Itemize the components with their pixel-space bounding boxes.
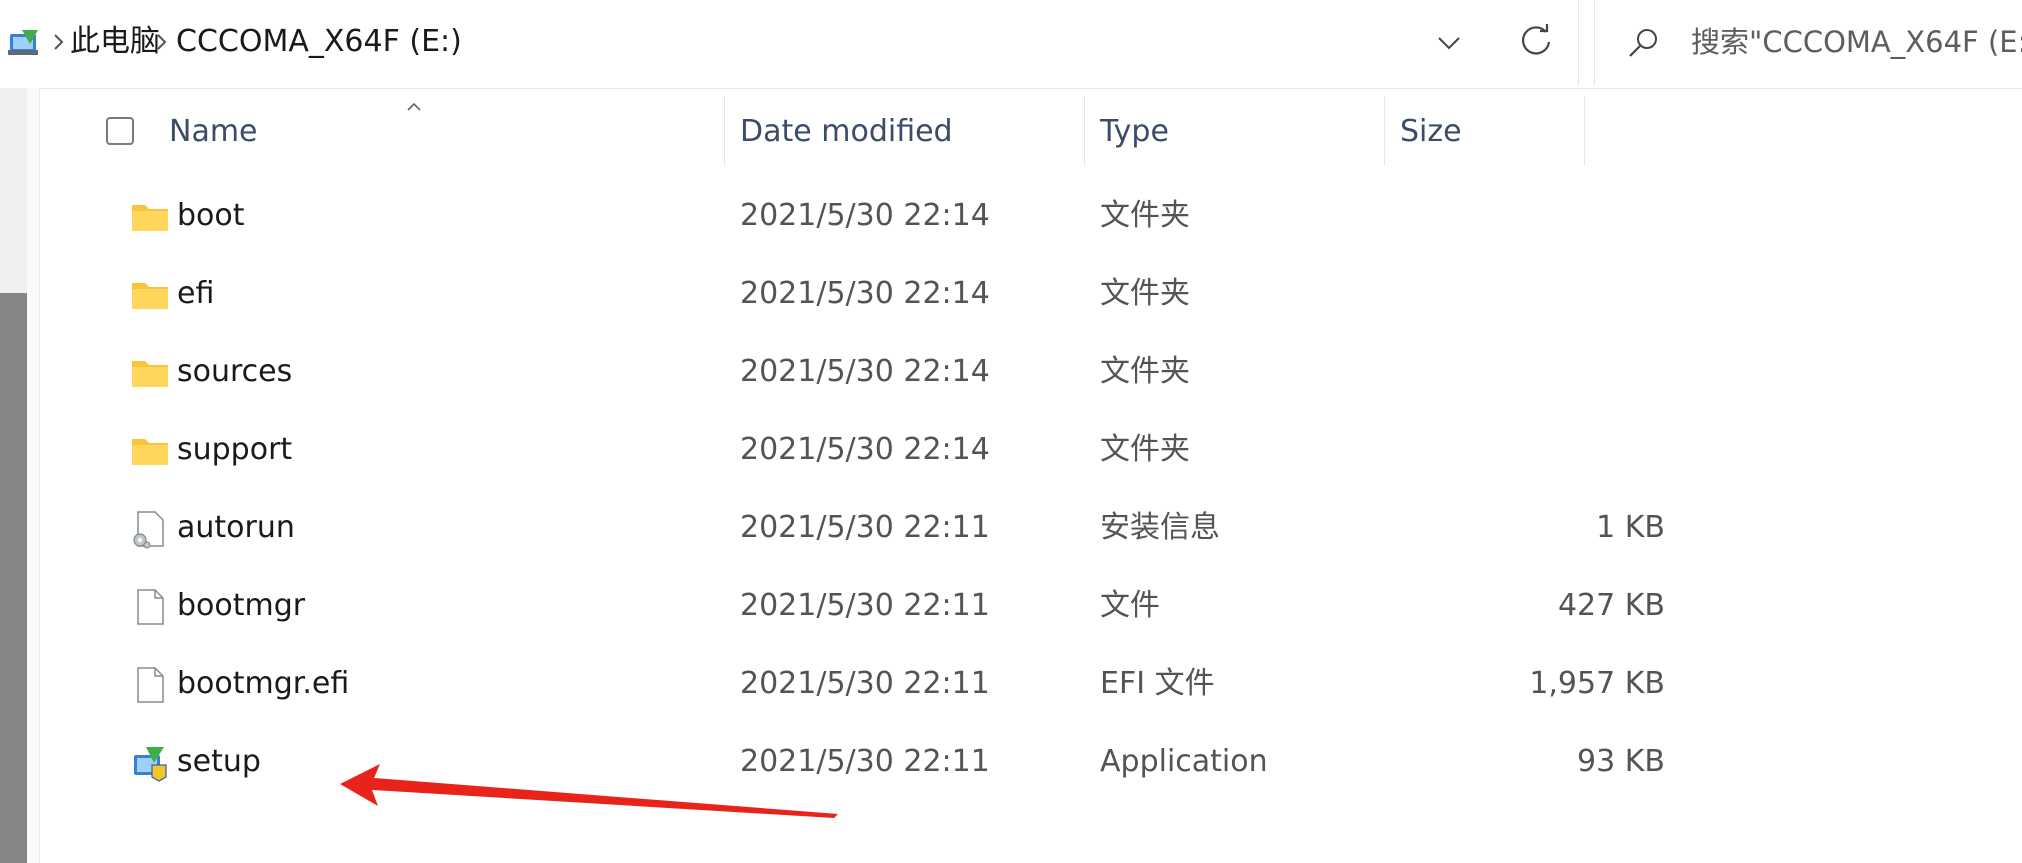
file-row[interactable]: boot 2021/5/30 22:14 文件夹	[100, 178, 1600, 256]
column-divider[interactable]	[1584, 96, 1585, 166]
file-icon	[137, 667, 164, 703]
file-type: 文件夹	[1100, 354, 1190, 389]
file-date: 2021/5/30 22:11	[740, 588, 990, 623]
chevron-right-icon	[54, 34, 64, 50]
file-name: setup	[177, 744, 261, 779]
setup-application-icon	[134, 747, 167, 782]
column-divider[interactable]	[1384, 96, 1385, 166]
file-size: 1,957 KB	[1529, 666, 1665, 701]
column-type[interactable]: Type	[1100, 112, 1169, 152]
folder-icon	[132, 283, 168, 309]
file-name: autorun	[177, 510, 295, 545]
file-type: 安装信息	[1100, 510, 1220, 545]
refresh-icon[interactable]	[1518, 22, 1554, 62]
breadcrumb-drive[interactable]: CCCOMA_X64F (E:)	[176, 22, 462, 62]
breadcrumb-this-pc[interactable]: 此电脑	[70, 22, 160, 62]
search-icon	[1629, 29, 1657, 57]
file-size: 1 KB	[1596, 510, 1665, 545]
annotation-arrow-icon	[340, 764, 838, 818]
navigation-pane-edge	[0, 88, 40, 863]
file-name: efi	[177, 276, 215, 311]
file-row[interactable]: bootmgr 2021/5/30 22:11 文件 427 KB	[100, 568, 1665, 646]
file-date: 2021/5/30 22:14	[740, 432, 990, 467]
chevron-right-icon	[157, 34, 167, 50]
file-name: boot	[177, 198, 245, 233]
search-input[interactable]	[1691, 20, 2022, 64]
file-row[interactable]: bootmgr.efi 2021/5/30 22:11 EFI 文件 1,957…	[100, 646, 1665, 724]
file-row[interactable]: support 2021/5/30 22:14 文件夹	[100, 412, 1600, 490]
setup-info-file-icon	[133, 511, 164, 549]
sort-ascending-icon	[407, 102, 421, 111]
column-header: Name Date modified Type Size	[40, 92, 2022, 170]
file-size: 93 KB	[1577, 744, 1665, 779]
chevron-down-icon[interactable]	[1434, 28, 1464, 58]
address-bar[interactable]: 此电脑 CCCOMA_X64F (E:)	[0, 0, 1579, 86]
file-type: 文件夹	[1100, 432, 1190, 467]
column-divider[interactable]	[724, 96, 725, 166]
column-date-modified[interactable]: Date modified	[740, 112, 953, 152]
pane-divider[interactable]	[27, 88, 40, 863]
file-size: 427 KB	[1557, 588, 1665, 623]
file-row[interactable]: autorun 2021/5/30 22:11 安装信息 1 KB	[100, 490, 1665, 568]
file-date: 2021/5/30 22:14	[740, 276, 990, 311]
folder-icon	[132, 205, 168, 231]
file-name: support	[177, 432, 293, 467]
column-size[interactable]: Size	[1400, 112, 1462, 152]
column-divider[interactable]	[1084, 96, 1085, 166]
file-row[interactable]: efi 2021/5/30 22:14 文件夹	[100, 256, 1600, 334]
file-row[interactable]: sources 2021/5/30 22:14 文件夹	[100, 334, 1600, 412]
file-type: 文件夹	[1100, 276, 1190, 311]
file-date: 2021/5/30 22:14	[740, 354, 990, 389]
file-date: 2021/5/30 22:11	[740, 666, 990, 701]
file-date: 2021/5/30 22:11	[740, 510, 990, 545]
folder-icon	[132, 361, 168, 387]
file-name: bootmgr.efi	[177, 666, 350, 701]
column-name[interactable]: Name	[169, 112, 258, 152]
address-toolbar: 此电脑 CCCOMA_X64F (E:)	[0, 0, 2022, 89]
file-type: EFI 文件	[1100, 666, 1215, 701]
folder-icon	[132, 439, 168, 465]
search-box[interactable]	[1594, 0, 2022, 86]
drive-setup-icon	[8, 30, 38, 55]
file-icon	[137, 589, 164, 625]
file-name: sources	[177, 354, 293, 389]
file-type: 文件	[1100, 588, 1160, 623]
select-all-checkbox[interactable]	[106, 117, 134, 145]
file-type: Application	[1100, 744, 1268, 779]
scrollbar-thumb[interactable]	[0, 293, 28, 863]
file-row[interactable]: setup 2021/5/30 22:11 Application 93 KB	[100, 724, 1665, 802]
file-name: bootmgr	[177, 588, 306, 623]
file-type: 文件夹	[1100, 198, 1190, 233]
file-date: 2021/5/30 22:14	[740, 198, 990, 233]
